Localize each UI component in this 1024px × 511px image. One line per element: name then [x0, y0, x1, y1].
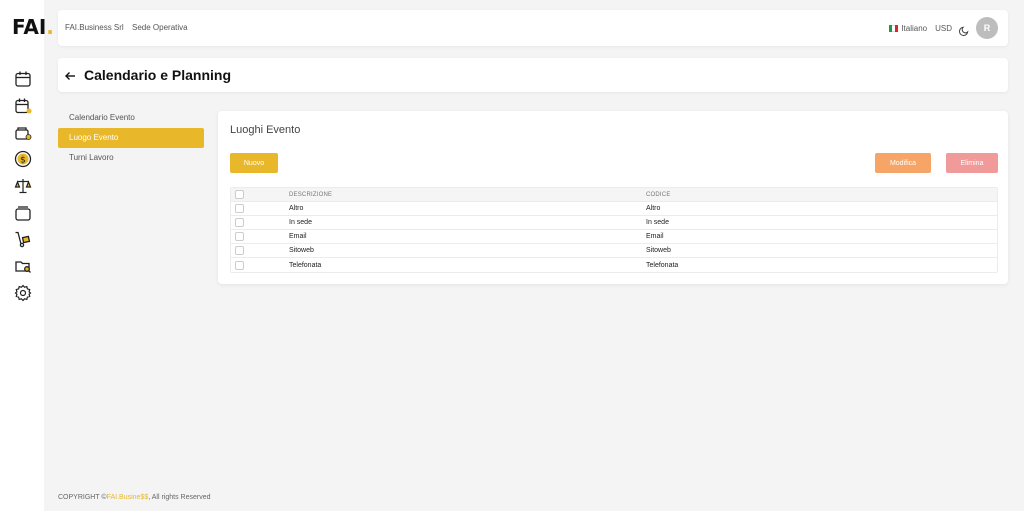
arrow-left-icon[interactable] [64, 69, 76, 81]
luoghi-evento-card: Luoghi Evento Nuovo Modifica Elimina DES… [218, 111, 1008, 284]
hand-truck-icon[interactable] [14, 230, 32, 248]
footer-brand-link[interactable]: FAI.Busine$$ [107, 494, 149, 501]
menu-item-luogo-evento[interactable]: Luogo Evento [58, 128, 204, 148]
cell-descrizione: In sede [289, 219, 312, 226]
cell-descrizione: Sitoweb [289, 247, 314, 254]
svg-text:$: $ [20, 156, 26, 166]
cell-codice: Email [646, 233, 664, 240]
row-checkbox[interactable] [235, 246, 244, 255]
table-row[interactable]: Sitoweb Sitoweb [231, 244, 997, 258]
column-header-descrizione[interactable]: DESCRIZIONE [289, 192, 332, 198]
cell-codice: Telefonata [646, 261, 679, 269]
wallet-icon[interactable] [14, 124, 32, 142]
footer-prefix: COPYRIGHT © [58, 494, 107, 501]
cell-descrizione: Telefonata [289, 261, 322, 269]
calendar-icon[interactable] [14, 70, 32, 88]
card-title: Luoghi Evento [230, 124, 301, 136]
sidebar-rail: FAI. $ [0, 0, 54, 511]
menu-item-calendario-evento[interactable]: Calendario Evento [58, 108, 204, 128]
cell-codice: Sitoweb [646, 247, 671, 254]
location-name[interactable]: Sede Operativa [132, 23, 188, 32]
delete-button[interactable]: Elimina [946, 153, 998, 173]
cell-descrizione: Altro [289, 205, 304, 212]
row-checkbox[interactable] [235, 218, 244, 227]
select-all-checkbox[interactable] [235, 190, 244, 199]
row-checkbox[interactable] [235, 204, 244, 213]
row-checkbox[interactable] [235, 260, 244, 270]
moon-icon[interactable] [959, 23, 970, 36]
table-row[interactable]: Email Email [231, 230, 997, 244]
language-selector[interactable]: Italiano [901, 24, 927, 33]
column-header-codice[interactable]: CODICE [646, 192, 671, 198]
table-row[interactable]: Telefonata Telefonata [231, 258, 997, 272]
new-button[interactable]: Nuovo [230, 153, 278, 173]
company-name[interactable]: FAI.Business Srl [65, 23, 124, 32]
cell-codice: In sede [646, 219, 669, 226]
menu-item-turni-lavoro[interactable]: Turni Lavoro [58, 148, 204, 168]
cell-codice: Altro [646, 205, 661, 212]
gear-icon[interactable] [14, 284, 32, 302]
table-header-row: DESCRIZIONE CODICE [231, 188, 997, 202]
calendar-user-icon[interactable] [14, 97, 32, 115]
locations-table: DESCRIZIONE CODICE Altro Altro In sede I… [230, 187, 998, 273]
row-checkbox[interactable] [235, 232, 244, 241]
currency-selector[interactable]: USD [935, 24, 952, 33]
italy-flag-icon [889, 24, 899, 32]
dollar-coin-icon[interactable]: $ [14, 150, 32, 168]
table-row[interactable]: In sede In sede [231, 216, 997, 230]
edit-button[interactable]: Modifica [875, 153, 931, 173]
page-title: Calendario e Planning [84, 67, 232, 83]
cell-descrizione: Email [289, 233, 307, 240]
page-header: Calendario e Planning [58, 58, 1008, 92]
folder-search-icon[interactable] [14, 257, 32, 275]
scales-icon[interactable] [14, 177, 32, 195]
brand-logo[interactable]: FAI. [12, 15, 54, 39]
top-bar: FAI.Business Srl Sede Operativa Italiano… [58, 10, 1008, 46]
section-menu: Calendario Evento Luogo Evento Turni Lav… [58, 108, 204, 168]
table-row[interactable]: Altro Altro [231, 202, 997, 216]
top-bar-controls: Italiano USD R [889, 17, 998, 39]
footer-suffix: , All rights Reserved [148, 494, 211, 501]
avatar[interactable]: R [976, 17, 998, 39]
stack-icon[interactable] [14, 204, 32, 222]
footer-copyright: COPYRIGHT ©FAI.Busine$$, All rights Rese… [58, 494, 210, 501]
